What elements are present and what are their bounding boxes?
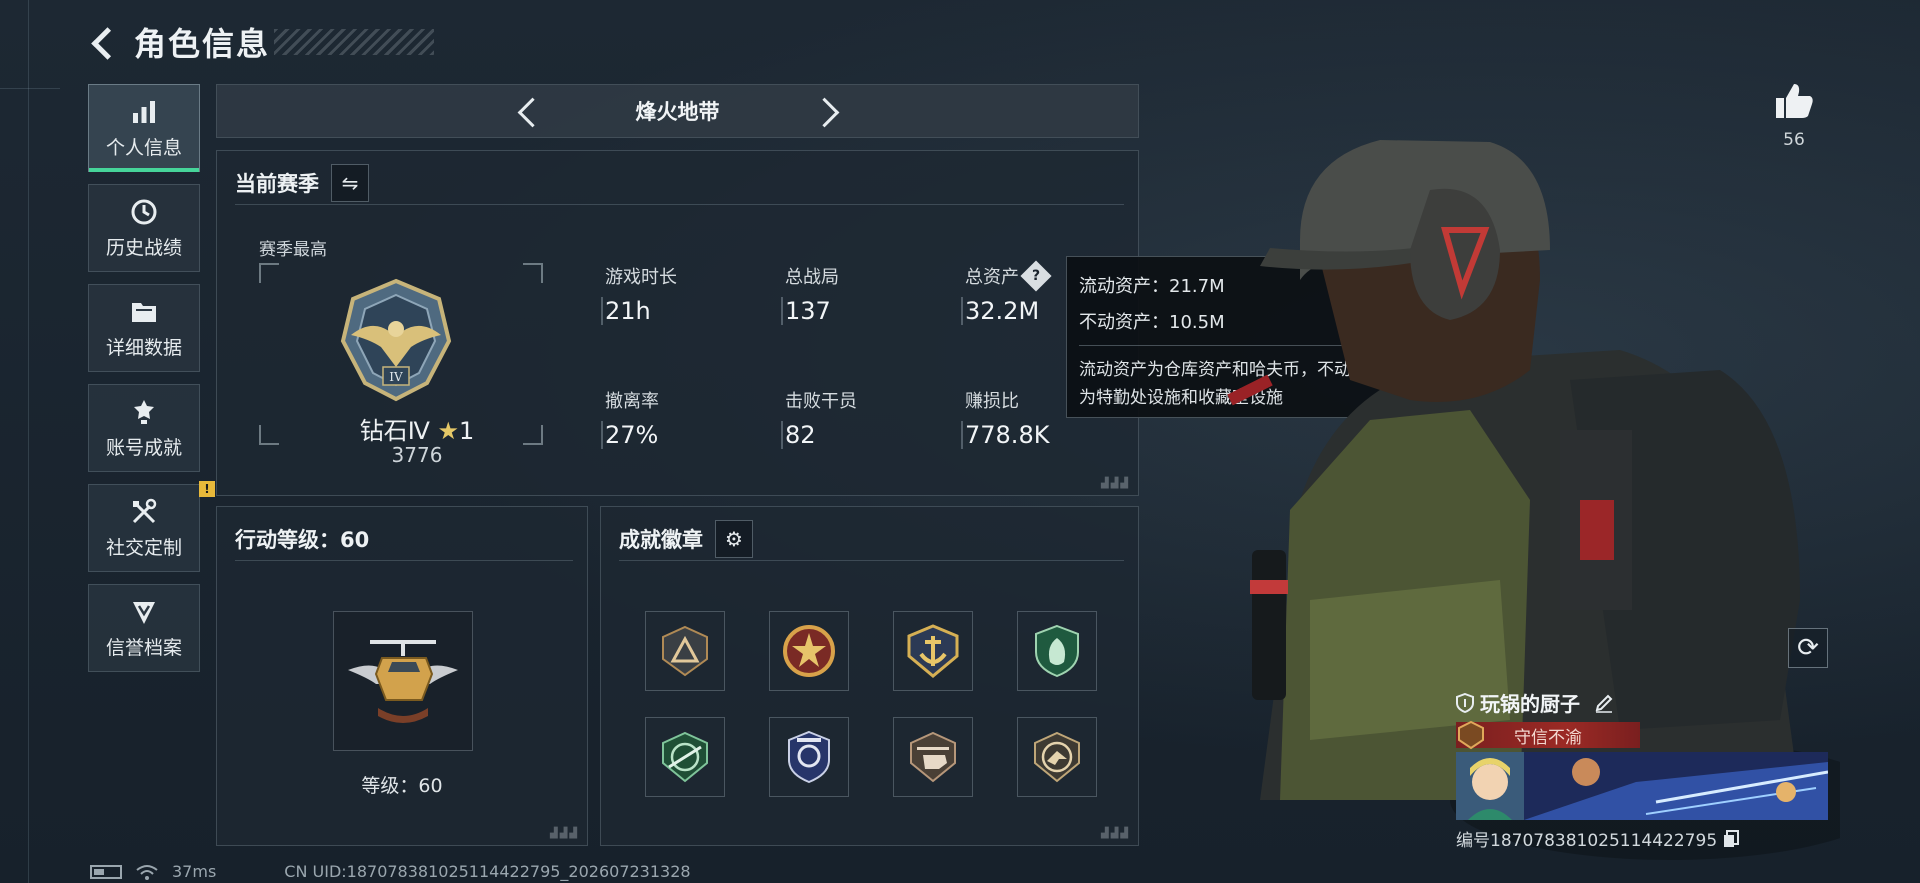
season-panel: 当前赛季 ⇋ 赛季最高 IV 钻石Ⅳ ★1 3776 游戏时长 21h 总战局 … xyxy=(216,150,1139,496)
badges-panel: 成就徽章 ⚙ ▟▟▟ xyxy=(600,506,1139,846)
stat-extraction-rate: 撤离率 27% xyxy=(601,387,755,449)
thumbs-up-icon[interactable] xyxy=(1772,80,1816,124)
sidebar-item-personal-info[interactable]: 个人信息 xyxy=(88,84,200,172)
level-label: 等级：60 xyxy=(361,775,443,797)
bird-badge[interactable] xyxy=(1017,717,1097,797)
edit-icon[interactable] xyxy=(1594,693,1614,713)
chevron-left-icon[interactable] xyxy=(508,91,548,131)
player-name-row: 玩锅的厨子 xyxy=(1456,688,1614,717)
title-rank-icon xyxy=(1458,720,1484,750)
achievement-icon xyxy=(129,397,159,427)
stat-total-matches: 总战局 137 xyxy=(781,263,935,325)
police-badge[interactable] xyxy=(769,717,849,797)
ping-value: 37ms xyxy=(172,862,217,881)
help-icon[interactable]: ? xyxy=(1020,260,1052,292)
history-icon xyxy=(129,197,159,227)
helicopter-badge[interactable] xyxy=(893,717,973,797)
uid-text: CN UID:1870783810251144227​95_2026072313… xyxy=(284,862,691,881)
chevron-right-icon[interactable] xyxy=(808,91,848,131)
star-badge[interactable] xyxy=(769,611,849,691)
reputation-icon xyxy=(129,597,159,627)
season-title: 当前赛季 xyxy=(235,171,319,196)
battery-icon xyxy=(90,864,122,879)
corner-decoration: ▟▟▟ xyxy=(1100,828,1130,839)
swap-icon: ⇋ xyxy=(341,170,359,195)
sidebar-item-achievements[interactable]: 账号成就 xyxy=(88,384,200,472)
back-arrow-icon[interactable] xyxy=(88,22,124,62)
copy-icon[interactable] xyxy=(1723,829,1740,848)
rank-score: 3776 xyxy=(391,443,443,467)
badges-panel-header: 成就徽章 ⚙ xyxy=(619,517,1124,561)
swap-season-button[interactable]: ⇋ xyxy=(331,163,369,202)
rank-name: 钻石Ⅳ ★1 xyxy=(359,417,475,445)
badge-settings-button[interactable]: ⚙ xyxy=(715,519,753,558)
stat-operators-defeated: 击败干员 82 xyxy=(781,387,935,449)
sidebar-item-social[interactable]: 社交定制 ! xyxy=(88,481,215,572)
shield-icon xyxy=(1456,692,1474,713)
tools-icon xyxy=(129,497,159,527)
mode-title: 烽火地带 xyxy=(635,100,720,124)
star-icon: ★ xyxy=(437,417,460,445)
page-header: 角色信息 xyxy=(88,18,435,66)
like-count: 56 xyxy=(1783,130,1805,150)
corner-decoration: ▟▟▟ xyxy=(1100,478,1130,489)
level-panel-header: 行动等级：60 xyxy=(235,517,573,561)
gear-icon: ⚙ xyxy=(725,526,743,551)
rank-emblem-icon: IV xyxy=(340,278,452,402)
wifi-icon xyxy=(136,864,158,880)
status-footer: 37ms CN UID:1870783810251144227​95_20260… xyxy=(90,862,691,881)
rotate-model-button[interactable]: ⟳ xyxy=(1788,628,1828,668)
corner-decoration: ▟▟▟ xyxy=(549,828,579,839)
rotate-icon: ⟳ xyxy=(1797,633,1819,663)
notification-badge: ! xyxy=(199,481,215,497)
badges-title: 成就徽章 xyxy=(619,527,703,552)
player-card-art xyxy=(1456,752,1828,820)
title-decoration xyxy=(274,29,435,55)
folder-icon xyxy=(129,297,159,327)
sidebar-item-label: 社交定制 xyxy=(105,536,182,559)
sidebar-nav: 个人信息 历史战绩 详细数据 账号成就 社交定制 ! 信誉档案 xyxy=(88,84,215,684)
helicopter-level-icon xyxy=(348,640,458,723)
sidebar-item-reputation[interactable]: 信誉档案 xyxy=(88,584,200,672)
mode-switcher: 烽火地带 xyxy=(216,84,1139,138)
frame-line-top-left xyxy=(0,88,60,89)
sidebar-item-label: 个人信息 xyxy=(105,136,182,159)
season-panel-header: 当前赛季 ⇋ xyxy=(235,161,1124,205)
page-title: 角色信息 xyxy=(134,25,271,63)
sidebar-item-label: 账号成就 xyxy=(105,436,182,459)
level-emblem-frame xyxy=(333,611,473,751)
rifle-badge[interactable] xyxy=(645,717,725,797)
level-panel: 行动等级：60 等级：60 ▟▟▟ xyxy=(216,506,588,846)
sidebar-item-label: 信誉档案 xyxy=(105,636,182,659)
sidebar-item-history[interactable]: 历史战绩 xyxy=(88,184,200,272)
anchor-badge[interactable] xyxy=(893,611,973,691)
player-id: 编号1870783810251144227​95 xyxy=(1456,826,1740,851)
level-title: 行动等级：60 xyxy=(235,527,370,552)
season-best-label: 赛季最高 xyxy=(259,240,327,260)
sidebar-item-label: 历史战绩 xyxy=(105,236,182,259)
sidebar-item-label: 详细数据 xyxy=(105,336,182,359)
frame-line-left xyxy=(28,0,29,883)
shield-badge[interactable] xyxy=(1017,611,1097,691)
sidebar-item-details[interactable]: 详细数据 xyxy=(88,284,200,372)
badge-grid xyxy=(645,611,1097,797)
player-name: 玩锅的厨子 xyxy=(1480,692,1580,716)
triangle-badge[interactable] xyxy=(645,611,725,691)
stat-play-time: 游戏时长 21h xyxy=(601,263,755,325)
svg-text:IV: IV xyxy=(389,370,403,384)
bar-chart-icon xyxy=(129,97,159,127)
